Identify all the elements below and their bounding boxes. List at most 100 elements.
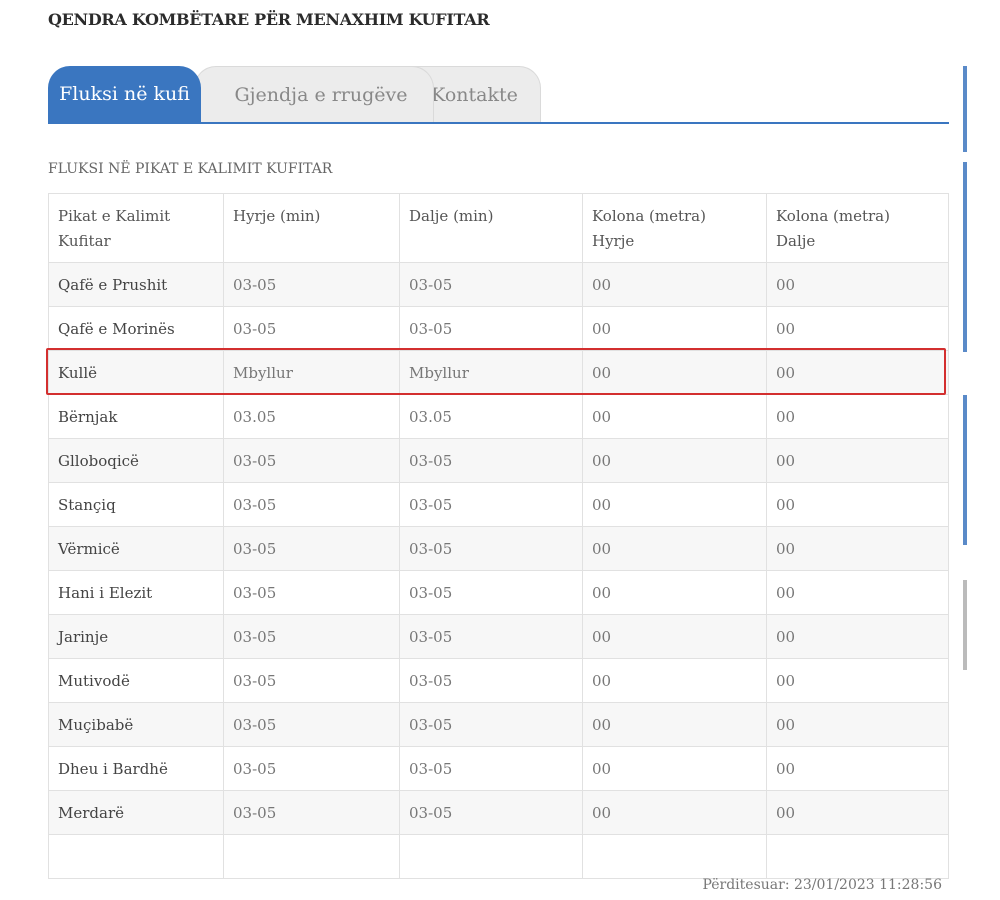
tab-gjendja[interactable]: Gjendja e rrugëve xyxy=(194,66,434,122)
border-flux-table: Pikat e Kalimit Kufitar Hyrje (min) Dalje… xyxy=(48,193,949,879)
entry-wait-cell: 03-05 xyxy=(223,262,400,307)
queue-entry-cell: 00 xyxy=(582,790,767,835)
exit-wait-cell: 03-05 xyxy=(399,702,583,747)
exit-wait-cell: 03-05 xyxy=(399,790,583,835)
entry-wait-cell: 03-05 xyxy=(223,482,400,527)
queue-exit-cell: 00 xyxy=(766,438,949,483)
queue-exit-cell: 00 xyxy=(766,570,949,615)
side-edge-bar xyxy=(963,580,967,670)
table-row: Jarinje 03-05 03-05 00 00 xyxy=(48,614,949,659)
entry-wait-cell: 03-05 xyxy=(223,614,400,659)
queue-entry-cell: 00 xyxy=(582,702,767,747)
entry-wait-cell: 03-05 xyxy=(223,526,400,571)
exit-wait-cell: 03-05 xyxy=(399,570,583,615)
header-queue-entry: Kolona (metra) Hyrje xyxy=(582,193,767,263)
queue-exit-cell: 00 xyxy=(766,526,949,571)
table-row: Merdarë 03-05 03-05 00 00 xyxy=(48,790,949,835)
table-row: Hani i Elezit 03-05 03-05 00 00 xyxy=(48,570,949,615)
last-updated: Përditesuar: 23/01/2023 11:28:56 xyxy=(702,877,942,893)
crossing-point-cell: Jarinje xyxy=(48,614,224,659)
crossing-point-cell: Merdarë xyxy=(48,790,224,835)
side-edge-bar xyxy=(963,395,967,545)
crossing-point-cell: Dheu i Bardhë xyxy=(48,746,224,791)
queue-entry-cell: 00 xyxy=(582,658,767,703)
entry-wait-cell: 03-05 xyxy=(223,746,400,791)
queue-exit-cell: 00 xyxy=(766,790,949,835)
queue-exit-cell: 00 xyxy=(766,702,949,747)
side-edge-bar xyxy=(963,162,967,352)
table-row: Muçibabë 03-05 03-05 00 00 xyxy=(48,702,949,747)
entry-wait-cell: 03-05 xyxy=(223,570,400,615)
queue-entry-cell: 00 xyxy=(582,614,767,659)
crossing-point-cell: Hani i Elezit xyxy=(48,570,224,615)
table-row xyxy=(48,834,949,879)
queue-exit-cell: 00 xyxy=(766,658,949,703)
table-header-row: Pikat e Kalimit Kufitar Hyrje (min) Dalje… xyxy=(48,193,949,263)
queue-entry-cell: 00 xyxy=(582,394,767,439)
header-crossing-point: Pikat e Kalimit Kufitar xyxy=(48,193,224,263)
crossing-point-cell: Kullë xyxy=(48,350,224,395)
table-row: Mutivodë 03-05 03-05 00 00 xyxy=(48,658,949,703)
table-row: Qafë e Prushit 03-05 03-05 00 00 xyxy=(48,262,949,307)
queue-entry-cell: 00 xyxy=(582,306,767,351)
section-title: FLUKSI NË PIKAT E KALIMIT KUFITAR xyxy=(48,161,333,177)
tab-fluksi[interactable]: Fluksi në kufi xyxy=(48,66,201,122)
exit-wait-cell: Mbyllur xyxy=(399,350,583,395)
queue-entry-cell: 00 xyxy=(582,350,767,395)
exit-wait-cell: 03-05 xyxy=(399,746,583,791)
exit-wait-cell: 03.05 xyxy=(399,394,583,439)
queue-exit-cell: 00 xyxy=(766,350,949,395)
crossing-point-cell: Stançiq xyxy=(48,482,224,527)
header-exit-min: Dalje (min) xyxy=(399,193,583,263)
queue-entry-cell: 00 xyxy=(582,526,767,571)
entry-wait-cell: 03-05 xyxy=(223,790,400,835)
table-row: Dheu i Bardhë 03-05 03-05 00 00 xyxy=(48,746,949,791)
entry-wait-cell: Mbyllur xyxy=(223,350,400,395)
entry-wait-cell: 03.05 xyxy=(223,394,400,439)
entry-wait-cell: 03-05 xyxy=(223,658,400,703)
exit-wait-cell: 03-05 xyxy=(399,438,583,483)
crossing-point-cell xyxy=(48,834,224,879)
crossing-point-cell: Mutivodë xyxy=(48,658,224,703)
crossing-point-cell: Glloboqicë xyxy=(48,438,224,483)
crossing-point-cell: Bërnjak xyxy=(48,394,224,439)
table-row: Bërnjak 03.05 03.05 00 00 xyxy=(48,394,949,439)
table-row: Vërmicë 03-05 03-05 00 00 xyxy=(48,526,949,571)
queue-entry-cell: 00 xyxy=(582,438,767,483)
exit-wait-cell: 03-05 xyxy=(399,658,583,703)
side-edge-bar xyxy=(963,66,967,152)
header-queue-exit: Kolona (metra) Dalje xyxy=(766,193,949,263)
exit-wait-cell: 03-05 xyxy=(399,526,583,571)
queue-exit-cell: 00 xyxy=(766,262,949,307)
table-row: Glloboqicë 03-05 03-05 00 00 xyxy=(48,438,949,483)
exit-wait-cell: 03-05 xyxy=(399,262,583,307)
entry-wait-cell xyxy=(223,834,400,879)
table-row: Qafë e Morinës 03-05 03-05 00 00 xyxy=(48,306,949,351)
crossing-point-cell: Qafë e Prushit xyxy=(48,262,224,307)
queue-exit-cell: 00 xyxy=(766,482,949,527)
exit-wait-cell xyxy=(399,834,583,879)
exit-wait-cell: 03-05 xyxy=(399,482,583,527)
exit-wait-cell: 03-05 xyxy=(399,614,583,659)
entry-wait-cell: 03-05 xyxy=(223,438,400,483)
table-row: Stançiq 03-05 03-05 00 00 xyxy=(48,482,949,527)
queue-exit-cell: 00 xyxy=(766,394,949,439)
entry-wait-cell: 03-05 xyxy=(223,306,400,351)
queue-entry-cell: 00 xyxy=(582,262,767,307)
tab-bar: Fluksi në kufi Gjendja e rrugëve Kontakt… xyxy=(48,66,949,124)
table-row: Kullë Mbyllur Mbyllur 00 00 xyxy=(48,350,949,395)
queue-exit-cell: 00 xyxy=(766,746,949,791)
header-entry-min: Hyrje (min) xyxy=(223,193,400,263)
exit-wait-cell: 03-05 xyxy=(399,306,583,351)
crossing-point-cell: Muçibabë xyxy=(48,702,224,747)
queue-entry-cell: 00 xyxy=(582,482,767,527)
queue-exit-cell: 00 xyxy=(766,306,949,351)
queue-entry-cell: 00 xyxy=(582,570,767,615)
page-title: QENDRA KOMBËTARE PËR MENAXHIM KUFITAR xyxy=(48,10,490,29)
crossing-point-cell: Vërmicë xyxy=(48,526,224,571)
queue-exit-cell xyxy=(766,834,949,879)
queue-entry-cell xyxy=(582,834,767,879)
crossing-point-cell: Qafë e Morinës xyxy=(48,306,224,351)
queue-exit-cell: 00 xyxy=(766,614,949,659)
entry-wait-cell: 03-05 xyxy=(223,702,400,747)
